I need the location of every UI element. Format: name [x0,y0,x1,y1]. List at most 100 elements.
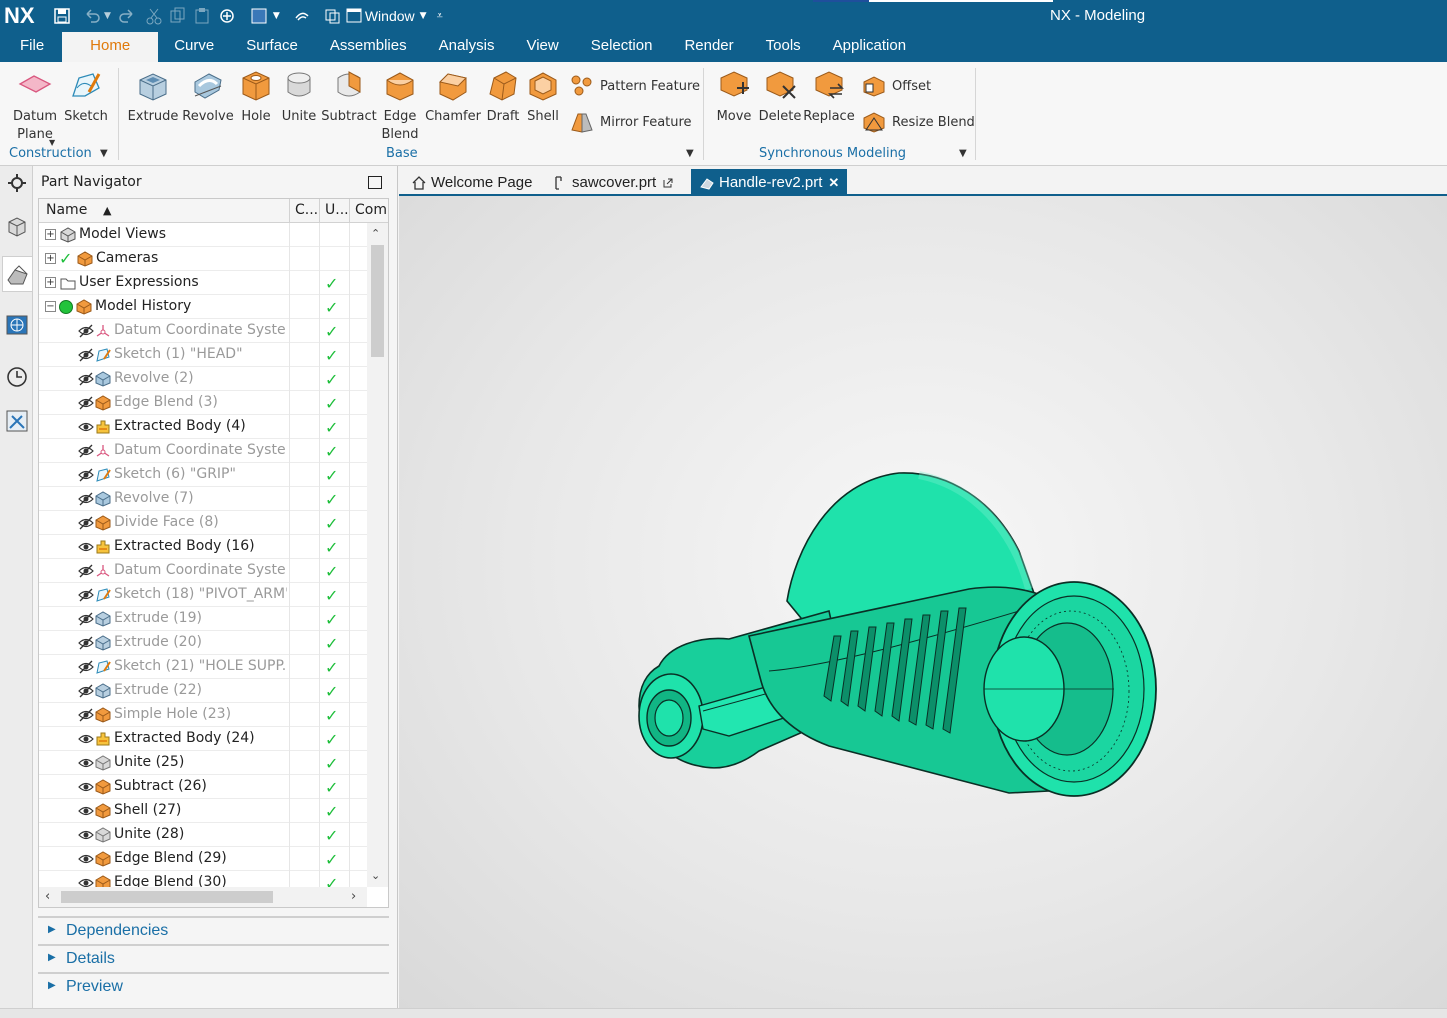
tree-row[interactable]: + ✓ Cameras [39,247,367,271]
column-separator[interactable] [349,199,350,223]
visible-eye-icon[interactable] [78,756,94,770]
preview-section[interactable]: ▶ Preview [38,972,389,1000]
menu-file[interactable]: File [0,32,62,62]
tree-row[interactable]: Datum Coordinate Syste... ✓ [39,439,367,463]
cut-icon[interactable] [145,6,163,26]
visible-eye-icon[interactable] [78,780,94,794]
repeat-command-icon[interactable] [217,6,237,26]
hidden-eye-icon[interactable] [78,660,94,674]
vertical-scrollbar[interactable]: ⌃ ⌄ [367,223,388,887]
sketch-button[interactable]: Sketch [64,68,108,126]
column-uptodate[interactable]: U... [325,202,349,218]
maximize-icon[interactable] [368,176,382,189]
dependencies-section[interactable]: ▶ Dependencies [38,916,389,944]
hidden-eye-icon[interactable] [78,636,94,650]
column-comment[interactable]: Com [355,202,387,218]
menu-render[interactable]: Render [668,32,749,62]
details-section[interactable]: ▶ Details [38,944,389,972]
extrude-button[interactable]: Extrude [128,68,178,126]
subtract-button[interactable]: Subtract [321,68,377,126]
revolve-button[interactable]: Revolve [182,68,234,126]
tree-row[interactable]: Sketch (1) "HEAD" ✓ [39,343,367,367]
visible-check-icon[interactable]: ✓ [59,249,72,268]
visible-eye-icon[interactable] [78,420,94,434]
unite-button[interactable]: Unite [278,68,320,126]
hidden-eye-icon[interactable] [78,372,94,386]
hidden-eye-icon[interactable] [78,708,94,722]
process-studio-icon[interactable] [4,408,30,434]
hidden-eye-icon[interactable] [78,516,94,530]
customize-qat-icon[interactable]: ⩡ [437,9,443,23]
tab-welcome-page[interactable]: Welcome Page [403,169,540,196]
datum-plane-button[interactable]: Datum Plane ▼ [10,68,60,147]
tree-row[interactable]: + Model Views [39,223,367,247]
tree-row[interactable]: Sketch (6) "GRIP" ✓ [39,463,367,487]
column-current[interactable]: C... [295,202,318,218]
tree-row[interactable]: Datum Coordinate Syste... ✓ [39,319,367,343]
tree-row[interactable]: Extracted Body (16) ✓ [39,535,367,559]
touch-mode-icon[interactable] [292,6,312,26]
hidden-eye-icon[interactable] [78,588,94,602]
menu-curve[interactable]: Curve [158,32,230,62]
draft-button[interactable]: Draft [484,68,522,126]
tree-row[interactable]: Revolve (2) ✓ [39,367,367,391]
window-menu-button[interactable]: Window [365,8,415,24]
vertical-scroll-thumb[interactable] [371,245,384,357]
menu-analysis[interactable]: Analysis [423,32,511,62]
tree-row[interactable]: Sketch (21) "HOLE SUPP... ✓ [39,655,367,679]
tree-row[interactable]: Unite (28) ✓ [39,823,367,847]
column-separator[interactable] [289,199,290,223]
synchronous-modeling-group-menu-icon[interactable]: ▼ [959,148,967,159]
graphics-viewport[interactable] [399,196,1447,1008]
undo-icon[interactable] [82,6,102,26]
expand-node-icon[interactable]: + [45,277,56,288]
replace-face-button[interactable]: Replace [803,68,855,126]
window-icon[interactable] [346,7,362,25]
tab-sawcover[interactable]: sawcover.prt [544,169,682,196]
menu-tools[interactable]: Tools [750,32,817,62]
delete-face-button[interactable]: Delete [758,68,802,126]
hidden-eye-icon[interactable] [78,684,94,698]
menu-application[interactable]: Application [817,32,922,62]
menu-selection[interactable]: Selection [575,32,669,62]
expand-node-icon[interactable]: + [45,229,56,240]
hidden-eye-icon[interactable] [78,444,94,458]
tree-row[interactable]: Shell (27) ✓ [39,799,367,823]
sort-ascending-icon[interactable]: ▲ [103,204,111,217]
tree-row[interactable]: − Model History ✓ [39,295,367,319]
tree-row[interactable]: Extracted Body (4) ✓ [39,415,367,439]
base-group-menu-icon[interactable]: ▼ [686,148,694,159]
mirror-feature-button[interactable]: Mirror Feature [570,110,692,134]
horizontal-scroll-thumb[interactable] [61,891,273,903]
copy-icon[interactable] [169,6,187,26]
scroll-left-icon[interactable]: ‹ [45,889,50,904]
tree-row[interactable]: Extracted Body (24) ✓ [39,727,367,751]
tab-handle-rev2[interactable]: Handle-rev2.prt ✕ [691,169,848,196]
hidden-eye-icon[interactable] [78,492,94,506]
tree-row[interactable]: Extrude (22) ✓ [39,679,367,703]
shell-button[interactable]: Shell [524,68,562,126]
construction-group-menu-icon[interactable]: ▼ [100,148,108,159]
menu-assemblies[interactable]: Assemblies [314,32,423,62]
tree-row[interactable]: Datum Coordinate Syste... ✓ [39,559,367,583]
tree-row[interactable]: Extrude (19) ✓ [39,607,367,631]
settings-gear-icon[interactable] [4,170,30,196]
visible-eye-icon[interactable] [78,852,94,866]
horizontal-scrollbar[interactable]: ‹ › [39,887,367,907]
edge-blend-button[interactable]: Edge Blend [380,68,420,144]
pattern-feature-button[interactable]: Pattern Feature [570,74,700,98]
tree-row[interactable]: Edge Blend (3) ✓ [39,391,367,415]
scroll-up-icon[interactable]: ⌃ [371,227,380,240]
close-tab-icon[interactable]: ✕ [828,175,839,191]
scroll-down-icon[interactable]: ⌄ [371,869,380,882]
display-mode-dropdown-icon[interactable]: ▼ [273,11,280,21]
tree-row[interactable]: Sketch (18) "PIVOT_ARM" ✓ [39,583,367,607]
history-clock-icon[interactable] [4,364,30,390]
web-browser-icon[interactable] [4,312,30,338]
collapse-node-icon[interactable]: − [45,301,56,312]
window-dropdown-icon[interactable]: ▼ [420,11,427,21]
menu-surface[interactable]: Surface [230,32,314,62]
tree-row[interactable]: Edge Blend (29) ✓ [39,847,367,871]
menu-view[interactable]: View [510,32,574,62]
handle-3d-model[interactable] [619,461,1179,801]
